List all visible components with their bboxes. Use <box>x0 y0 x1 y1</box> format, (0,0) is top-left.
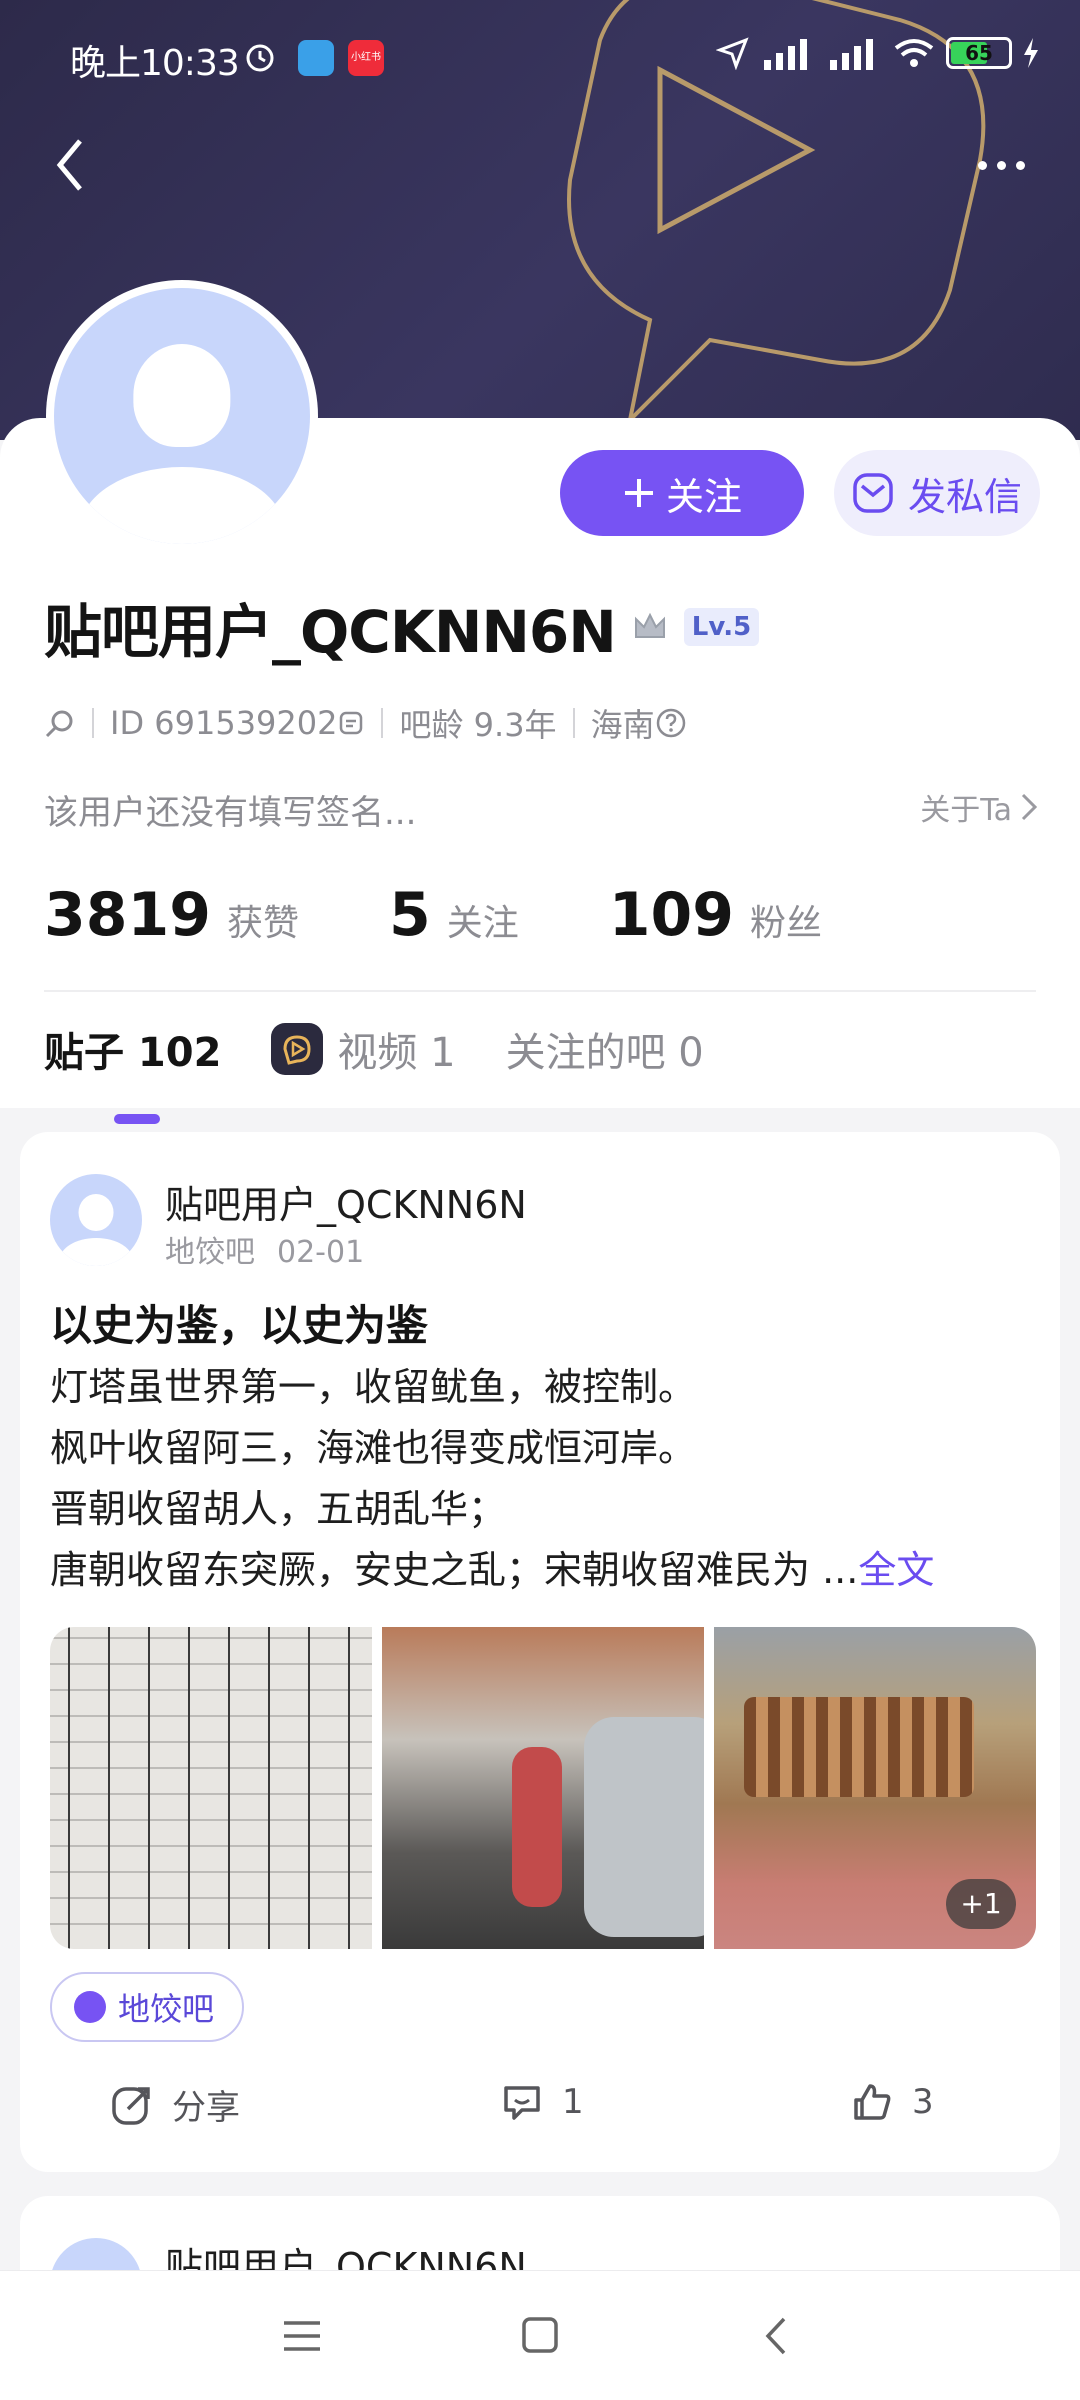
share-button[interactable]: 分享 <box>110 2080 240 2129</box>
bar-tag[interactable]: 地饺吧 <box>50 1972 245 2042</box>
like-count: 3 <box>912 2082 934 2122</box>
stat-likes-count: 3819 <box>44 880 211 950</box>
signal-icon-2 <box>830 39 873 70</box>
status-indicators: 65 <box>716 36 1040 70</box>
username: 贴吧用户_QCKNN6N <box>44 598 617 666</box>
charging-icon <box>1024 38 1038 68</box>
profile-meta: ID 691539202 吧龄 9.3年 海南 <box>44 700 687 746</box>
signal-icon <box>764 39 807 70</box>
about-label: 关于Ta <box>920 793 1012 828</box>
post-body[interactable]: 灯塔虽世界第一，收留鱿鱼，被控制。 枫叶收留阿三，海滩也得变成恒河岸。 晋朝收留… <box>50 1357 1040 1601</box>
post-image[interactable] <box>382 1627 704 1949</box>
divider <box>44 990 1036 992</box>
avatar[interactable] <box>46 280 318 552</box>
video-icon <box>271 1023 324 1075</box>
app-notification-icon <box>298 40 334 76</box>
comment-icon <box>504 2086 540 2120</box>
copy-icon[interactable] <box>337 709 365 737</box>
post-meta: 地饺吧 02-01 <box>165 1227 386 1271</box>
bar-age: 吧龄 9.3年 <box>399 706 557 744</box>
message-label: 发私信 <box>907 474 1022 519</box>
back-icon[interactable] <box>748 2311 808 2361</box>
post-image[interactable]: +1 <box>714 1627 1036 1949</box>
wifi-icon <box>894 39 934 67</box>
share-label: 分享 <box>172 2088 240 2128</box>
xiaohongshu-notification-icon: 小红书 <box>348 40 384 76</box>
crown-badge-icon <box>634 612 665 638</box>
region: 海南 <box>590 706 655 744</box>
chevron-right-icon <box>1021 793 1038 821</box>
stat-fans-label: 粉丝 <box>750 903 823 944</box>
status-time: 晚上10:33 <box>70 43 240 84</box>
post-line: 枫叶收留阿三，海滩也得变成恒河岸。 <box>50 1426 697 1470</box>
menu-icon[interactable] <box>272 2311 332 2361</box>
post-bar[interactable]: 地饺吧 <box>165 1235 255 1270</box>
post-title[interactable]: 以史为鉴，以史为鉴 <box>50 1292 428 1353</box>
stat-fans-count: 109 <box>608 880 735 950</box>
system-nav-bar <box>0 2270 1080 2400</box>
location-icon <box>716 37 749 70</box>
like-button[interactable]: 3 <box>850 2080 934 2124</box>
search-icon[interactable] <box>44 707 76 739</box>
post-line: 灯塔虽世界第一，收留鱿鱼，被控制。 <box>50 1365 697 1409</box>
alarm-icon <box>246 44 274 72</box>
about-link[interactable]: 关于Ta <box>920 785 1040 829</box>
help-icon[interactable] <box>655 707 687 739</box>
post-actions: 分享 1 3 <box>20 2080 1060 2140</box>
stats-row: 3819 获赞 5 关注 109 粉丝 <box>44 880 912 950</box>
thumbs-up-icon <box>854 2084 891 2120</box>
post-line: 晋朝收留胡人，五胡乱华； <box>50 1487 507 1531</box>
share-icon <box>112 2086 150 2125</box>
stat-likes[interactable]: 3819 获赞 <box>44 880 299 950</box>
tab-posts[interactable]: 贴子 102 <box>44 1020 221 1124</box>
post-card[interactable]: 贴吧用户_QCKNN6N 地饺吧 02-01 以史为鉴，以史为鉴 灯塔虽世界第一，… <box>20 1132 1060 2172</box>
message-icon <box>853 473 893 513</box>
username-row: 贴吧用户_QCKNN6N Lv.5 <box>44 585 760 669</box>
status-bar: 晚上10:33 小红书 65 <box>0 0 1080 120</box>
home-icon[interactable] <box>510 2311 570 2361</box>
user-id: ID 691539202 <box>110 704 338 742</box>
post-line-last: 唐朝收留东突厥，安史之乱；宋朝收留难民为 ...全文 <box>50 1540 1040 1601</box>
stat-following-count: 5 <box>389 880 431 950</box>
tab-videos[interactable]: 视频 1 <box>271 1020 456 1078</box>
follow-label: 关注 <box>665 474 742 519</box>
bio: 该用户还没有填写签名... <box>44 793 417 833</box>
more-images-badge: +1 <box>946 1879 1016 1929</box>
more-button[interactable] <box>978 150 1038 180</box>
post-username[interactable]: 贴吧用户_QCKNN6N <box>165 1174 527 1229</box>
post-line-text: 唐朝收留东突厥，安史之乱；宋朝收留难民为 ... <box>50 1548 859 1592</box>
post-images: +1 <box>50 1627 1036 1949</box>
bar-logo-icon <box>74 1991 106 2023</box>
comment-button[interactable]: 1 <box>500 2080 584 2124</box>
post-image[interactable] <box>50 1627 372 1949</box>
comment-count: 1 <box>562 2082 584 2122</box>
tab-followed-bars[interactable]: 关注的吧 0 <box>506 1020 704 1078</box>
bar-tag-label: 地饺吧 <box>118 1990 215 2028</box>
send-message-button[interactable]: 发私信 <box>834 450 1040 536</box>
stat-following[interactable]: 5 关注 <box>389 880 519 950</box>
post-date: 02-01 <box>277 1235 365 1270</box>
stat-fans[interactable]: 109 粉丝 <box>609 880 822 950</box>
battery-icon: 65 <box>946 37 1012 69</box>
stat-likes-label: 获赞 <box>227 903 300 944</box>
stat-following-label: 关注 <box>446 903 519 944</box>
tab-videos-label: 视频 1 <box>337 1030 456 1076</box>
tab-bar: 贴子 102 视频 1 关注的吧 0 <box>44 1020 704 1124</box>
full-text-link[interactable]: 全文 <box>858 1548 934 1592</box>
post-avatar[interactable] <box>50 1174 142 1266</box>
level-badge: Lv.5 <box>683 608 760 646</box>
back-button[interactable] <box>50 135 90 195</box>
plus-icon <box>624 479 653 507</box>
follow-button[interactable]: 关注 <box>560 450 804 536</box>
